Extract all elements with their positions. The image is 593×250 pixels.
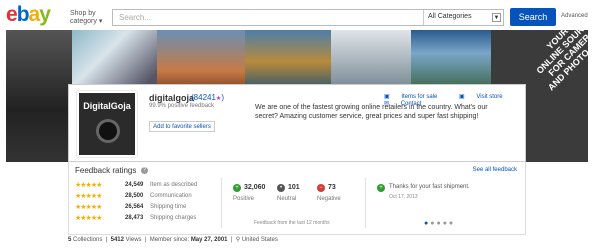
chevron-down-icon: ▾ bbox=[98, 18, 103, 25]
negative-icon: − bbox=[317, 184, 325, 192]
seller-avatar[interactable]: DigitalGoja bbox=[77, 91, 137, 157]
category-select[interactable]: All Categories ▼ bbox=[423, 10, 503, 25]
search-button[interactable]: Search bbox=[510, 8, 556, 26]
add-to-favorite-sellers-button[interactable]: Add to favorite sellers bbox=[149, 121, 215, 132]
divider bbox=[221, 178, 222, 228]
neutral-icon: • bbox=[277, 184, 285, 192]
shop-by-category-button[interactable]: Shop by category ▾ bbox=[70, 10, 102, 26]
neutral-count: 101 bbox=[288, 184, 300, 191]
store-icon: ▣ bbox=[459, 94, 465, 100]
banner-photo-car bbox=[331, 30, 411, 88]
ebay-logo[interactable]: ebay bbox=[6, 3, 51, 27]
star-rating-icon: ★★★★★ bbox=[75, 193, 102, 200]
store-stats-footer: 5 Collections | 5412 Views | Member sinc… bbox=[68, 237, 278, 243]
star-rating-icon: ★★★★★ bbox=[75, 182, 102, 189]
latest-feedback-date: Oct 17, 2013 bbox=[389, 194, 418, 200]
banner-photo-canyon bbox=[157, 30, 245, 88]
advanced-search-link[interactable]: Advanced bbox=[561, 13, 588, 19]
star-rating-icon: ★★★★★ bbox=[75, 215, 102, 222]
neutral-label: Neutral bbox=[277, 196, 297, 202]
store-description: We are one of the fastest growing online… bbox=[255, 104, 488, 120]
feedback-period-note: Feedback from the last 12 months bbox=[254, 220, 330, 226]
divider bbox=[365, 178, 366, 228]
banner-photo-ferris-wheel bbox=[72, 30, 157, 88]
negative-count: 73 bbox=[328, 184, 336, 191]
dropdown-arrow-icon: ▼ bbox=[492, 13, 501, 22]
banner-photo-ruins bbox=[6, 30, 72, 162]
rating-row: ★★★★★ 28,473 Shipping charges bbox=[75, 215, 197, 222]
top-header: ebay Shop by category ▾ Search... All Ca… bbox=[0, 0, 593, 30]
tag-icon: ▣ bbox=[384, 94, 390, 100]
positive-feedback-percent: 99.9% positive feedback bbox=[149, 103, 215, 109]
info-icon[interactable]: ? bbox=[141, 167, 148, 174]
banner-photo-beach bbox=[245, 30, 331, 88]
latest-feedback-text: Thanks for your fast shipment. bbox=[389, 184, 470, 190]
positive-comment-icon: + bbox=[377, 184, 385, 192]
see-all-feedback-link[interactable]: See all feedback bbox=[473, 167, 517, 173]
star-rating-icon: ★★★★★ bbox=[75, 204, 102, 211]
pager-dots[interactable]: ●●●● bbox=[430, 220, 455, 227]
positive-label: Positive bbox=[233, 196, 255, 202]
rating-row: ★★★★★ 26,564 Shipping time bbox=[75, 204, 187, 211]
feedback-section: Feedback ratings ? See all feedback ★★★★… bbox=[68, 162, 526, 235]
feedback-title: Feedback ratings bbox=[75, 166, 137, 175]
items-for-sale-link[interactable]: ▣ Items for sale bbox=[384, 94, 447, 100]
feedback-pager[interactable]: ●●●●● bbox=[424, 220, 455, 227]
camera-lens-icon bbox=[96, 119, 120, 143]
positive-count: 32,060 bbox=[244, 184, 266, 191]
visit-store-link[interactable]: ▣ Visit store bbox=[459, 94, 513, 100]
rating-row: ★★★★★ 24,549 Item as described bbox=[75, 182, 198, 189]
rating-row: ★★★★★ 28,500 Communication bbox=[75, 193, 192, 200]
banner-photo-boat bbox=[411, 30, 491, 88]
seller-profile-card: DigitalGoja digitalgoja (84241★) 99.9% p… bbox=[68, 84, 526, 162]
positive-icon: + bbox=[233, 184, 241, 192]
location-pin-icon: ⚲ bbox=[235, 237, 241, 243]
search-input[interactable]: Search... All Categories ▼ bbox=[112, 9, 504, 26]
feedback-score[interactable]: (84241★) bbox=[191, 93, 224, 102]
negative-label: Negative bbox=[317, 196, 341, 202]
seller-username[interactable]: digitalgoja bbox=[149, 93, 194, 103]
